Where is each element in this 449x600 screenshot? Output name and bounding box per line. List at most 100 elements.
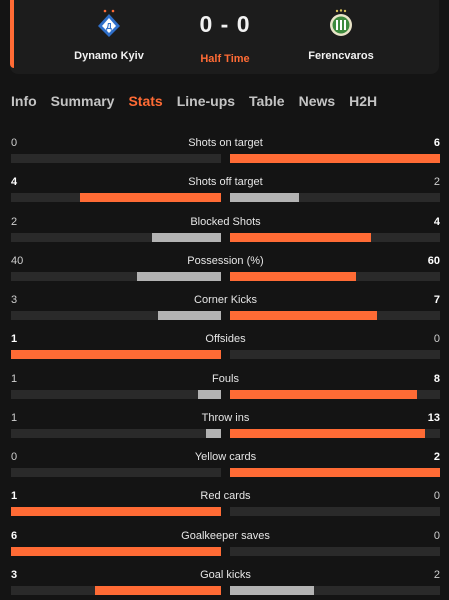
dynamo-kyiv-crest-icon: Д [98,9,120,37]
tab-summary[interactable]: Summary [51,93,115,113]
stat-bars [11,468,440,477]
stat-label: Goal kicks [200,569,251,581]
away-bar-track [230,350,440,359]
tab-stats[interactable]: Stats [128,93,162,113]
home-bar-track [11,429,221,438]
away-bar-fill [230,429,425,438]
stat-away-value: 7 [433,294,440,306]
tab-info[interactable]: Info [11,93,37,113]
stat-bars [11,154,440,163]
tab-table[interactable]: Table [249,93,285,113]
stat-row: 0 Yellow cards 2 [11,451,440,481]
home-bar-fill [11,350,221,359]
away-bar-fill [230,468,440,477]
home-team[interactable]: Д Dynamo Kyiv [49,8,169,62]
away-bar-track [230,193,440,202]
home-team-name: Dynamo Kyiv [74,50,144,62]
stat-bars [11,193,440,202]
stat-row: 3 Corner Kicks 7 [11,294,440,324]
stat-label: Red cards [200,490,251,502]
stat-bars [11,233,440,242]
stat-row: 1 Red cards 0 [11,490,440,520]
stat-away-value: 0 [433,530,440,542]
stat-label: Corner Kicks [194,294,257,306]
stat-away-value: 0 [433,490,440,502]
stat-row: 6 Goalkeeper saves 0 [11,530,440,560]
home-bar-track [11,233,221,242]
stat-row: 1 Throw ins 13 [11,412,440,442]
home-bar-fill [198,390,221,399]
away-bar-fill [230,272,356,281]
home-bar-track [11,390,221,399]
svg-text:Д: Д [106,22,112,31]
away-bar-fill [230,233,371,242]
home-bar-fill [137,272,221,281]
stat-away-value: 13 [427,412,440,424]
home-bar-fill [80,193,221,202]
home-bar-track [11,547,221,556]
stat-bars [11,547,440,556]
stat-bars [11,586,440,595]
ferencvaros-crest-icon [330,9,352,36]
home-bar-fill [158,311,221,320]
home-bar-track [11,311,221,320]
stat-away-value: 6 [433,137,440,149]
stat-away-value: 60 [427,255,440,267]
accent-stripe [10,0,14,68]
home-bar-fill [11,547,221,556]
stat-row: 4 Shots off target 2 [11,176,440,206]
stat-label: Offsides [205,333,246,345]
away-team-name: Ferencvaros [308,50,374,62]
away-bar-track [230,507,440,516]
score: 0 - 0 [199,11,251,37]
tab-news[interactable]: News [299,93,336,113]
home-bar-track [11,468,221,477]
stat-away-value: 4 [433,216,440,228]
away-team[interactable]: Ferencvaros [281,8,401,62]
away-bar-track [230,429,440,438]
stat-row: 0 Shots on target 6 [11,137,440,167]
home-bar-fill [206,429,221,438]
stat-bars [11,311,440,320]
away-bar-track [230,468,440,477]
stat-row: 1 Fouls 8 [11,373,440,403]
stat-row: 2 Blocked Shots 4 [11,216,440,246]
away-bar-fill [230,193,299,202]
home-bar-track [11,193,221,202]
stat-away-value: 8 [433,373,440,385]
stat-away-value: 2 [433,176,440,188]
stat-bars [11,390,440,399]
home-bar-fill [152,233,221,242]
tab-line-ups[interactable]: Line-ups [177,93,235,113]
stat-label: Shots off target [188,176,263,188]
match-header: Д Dynamo Kyiv 0 - 0 Half Time Ferencvaro… [10,0,439,74]
stat-row: 3 Goal kicks 2 [11,569,440,599]
away-bar-track [230,547,440,556]
away-bar-track [230,390,440,399]
home-bar-track [11,272,221,281]
stat-row: 1 Offsides 0 [11,333,440,363]
stat-label: Goalkeeper saves [181,530,270,542]
home-bar-track [11,154,221,163]
away-bar-fill [230,390,417,399]
match-status: Half Time [200,53,250,65]
stat-row: 40 Possession (%) 60 [11,255,440,285]
home-bar-track [11,586,221,595]
stat-label: Shots on target [188,137,263,149]
home-bar-track [11,507,221,516]
away-bar-fill [230,311,377,320]
stat-label: Yellow cards [194,451,257,463]
match-tabs: Info Summary Stats Line-ups Table News H… [11,93,391,113]
home-bar-track [11,350,221,359]
away-bar-fill [230,586,314,595]
away-bar-track [230,311,440,320]
home-bar-fill [11,507,221,516]
stat-bars [11,350,440,359]
away-bar-track [230,272,440,281]
stat-label: Possession (%) [187,255,264,267]
stat-bars [11,507,440,516]
home-bar-fill [95,586,221,595]
tab-h2h[interactable]: H2H [349,93,377,113]
away-bar-fill [230,154,440,163]
stat-label: Fouls [212,373,239,385]
